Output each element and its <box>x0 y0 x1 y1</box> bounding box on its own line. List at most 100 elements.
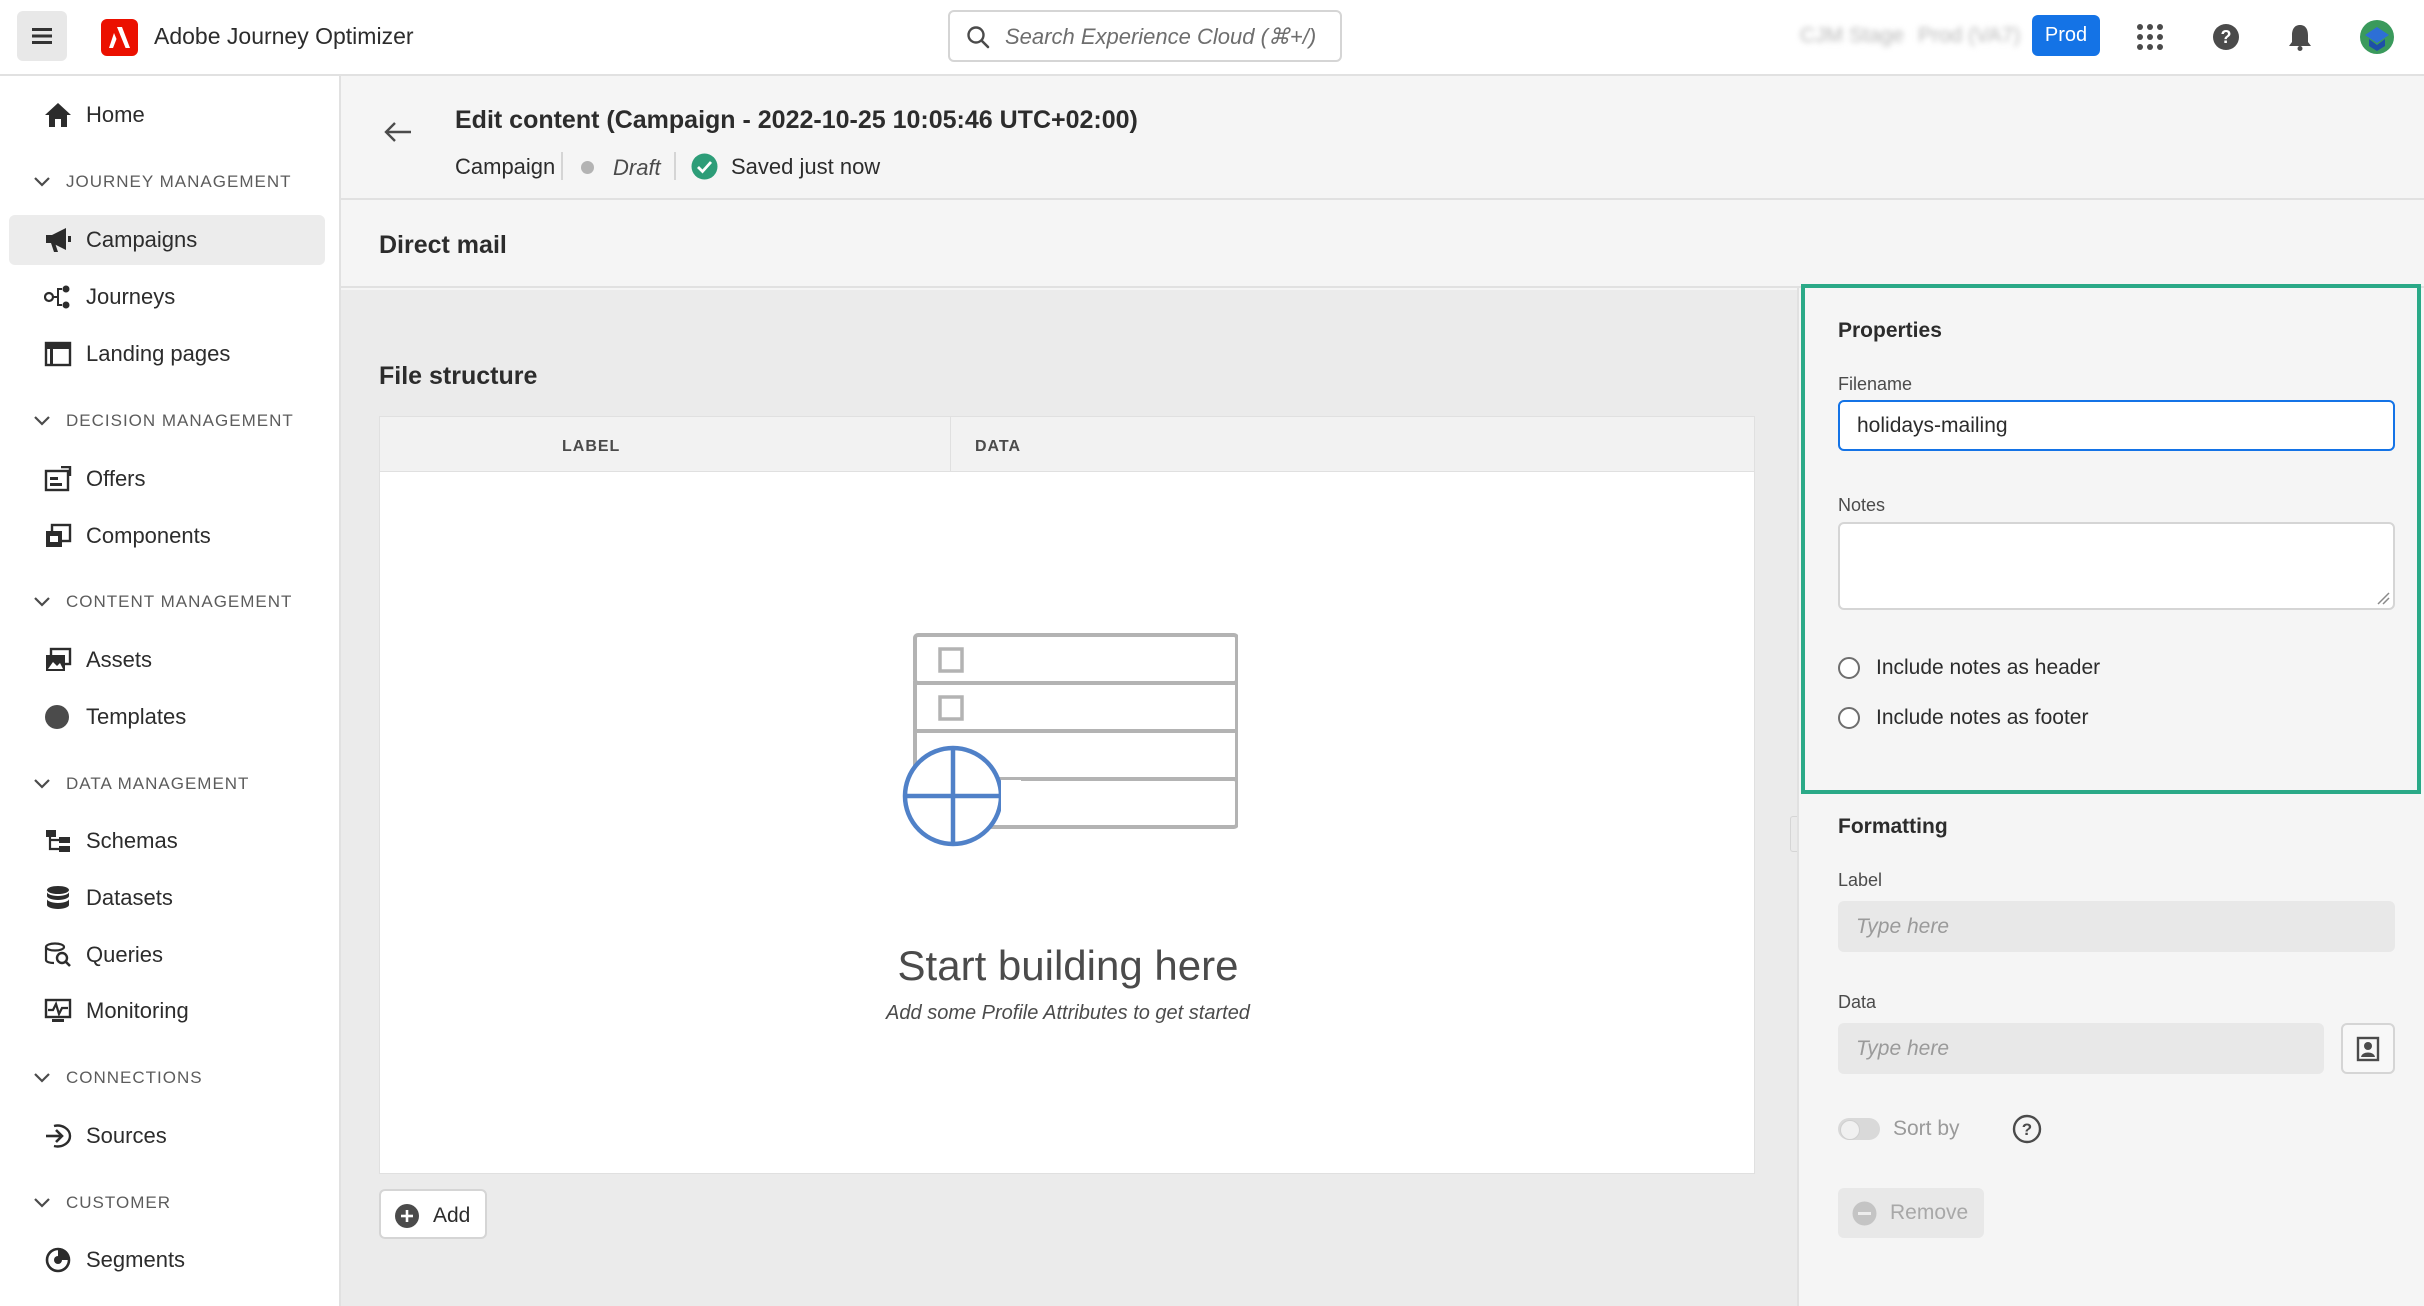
column-divider <box>950 417 951 473</box>
campaign-type-label: Campaign <box>455 154 556 179</box>
filename-label: Filename <box>1838 374 1913 394</box>
section-customer[interactable]: CUSTOMER <box>34 1193 171 1213</box>
app-title[interactable]: Adobe Journey Optimizer <box>154 23 414 50</box>
remove-circle-icon <box>1852 1201 1877 1226</box>
home-icon <box>43 100 73 130</box>
sidebar-item-assets[interactable]: Assets <box>9 635 325 685</box>
notes-header-option[interactable]: Include notes as header <box>1838 656 2100 680</box>
sidebar-item-label: Journeys <box>86 284 176 309</box>
query-icon <box>43 940 73 970</box>
column-header-data[interactable]: DATA <box>975 438 1021 456</box>
section-label: CONTENT MANAGEMENT <box>66 592 293 611</box>
schema-icon <box>43 826 73 856</box>
templates-icon <box>43 702 73 732</box>
section-label: JOURNEY MANAGEMENT <box>66 172 292 191</box>
add-button[interactable]: Add <box>379 1189 487 1239</box>
sidebar-item-label: Queries <box>86 942 164 967</box>
search-input[interactable] <box>1005 22 1325 52</box>
components-icon <box>43 521 73 551</box>
formatting-title: Formatting <box>1838 815 1948 838</box>
table-body: Start building here Add some Profile Att… <box>379 472 1755 1174</box>
radio-button[interactable] <box>1838 657 1860 679</box>
sidebar-item-sources[interactable]: Sources <box>9 1111 325 1161</box>
section-decision-management[interactable]: DECISION MANAGEMENT <box>34 411 294 431</box>
section-connections[interactable]: CONNECTIONS <box>34 1068 203 1088</box>
format-label-input: Type here <box>1838 901 2395 952</box>
sidebar-item-components[interactable]: Components <box>9 511 325 561</box>
sandbox-name[interactable]: Prod (VA7) <box>1918 24 2020 48</box>
section-content-management[interactable]: CONTENT MANAGEMENT <box>34 592 292 612</box>
properties-section: Properties Filename Notes Include notes … <box>1801 284 2421 794</box>
properties-title: Properties <box>1838 319 1942 342</box>
sidebar-item-offers[interactable]: Offers <box>9 454 325 504</box>
save-status: Saved just now <box>731 154 881 179</box>
notes-textarea[interactable] <box>1838 522 2395 610</box>
page-header: Edit content (Campaign - 2022-10-25 10:0… <box>341 76 2424 200</box>
chevron-down-icon <box>34 416 50 426</box>
back-button[interactable] <box>383 120 413 149</box>
channel-title: Direct mail <box>379 231 507 259</box>
channel-section-bar: Direct mail <box>341 200 2424 288</box>
sidebar-item-schemas[interactable]: Schemas <box>9 816 325 866</box>
section-label: DATA MANAGEMENT <box>66 774 250 793</box>
apps-grid-icon[interactable] <box>2132 19 2168 55</box>
sidebar-item-journeys[interactable]: Journeys <box>9 272 325 322</box>
sidebar-item-label: Templates <box>86 704 187 729</box>
help-icon[interactable]: ? <box>2208 19 2244 55</box>
radio-button[interactable] <box>1838 707 1860 729</box>
empty-state-illustration <box>898 632 1239 867</box>
svg-text:?: ? <box>2221 27 2232 47</box>
status-badge: Draft <box>613 155 661 180</box>
sidebar-item-label: Segments <box>86 1247 186 1272</box>
offers-icon <box>43 464 73 494</box>
filename-input[interactable] <box>1838 400 2395 451</box>
radio-label: Include notes as header <box>1876 656 2101 679</box>
chevron-down-icon <box>34 1198 50 1208</box>
sidebar-item-label: Home <box>86 102 145 127</box>
format-data-label: Data <box>1838 992 1877 1012</box>
adobe-logo-icon[interactable] <box>101 19 138 56</box>
hamburger-icon <box>32 28 52 44</box>
chevron-down-icon <box>34 779 50 789</box>
section-journey-management[interactable]: JOURNEY MANAGEMENT <box>34 172 292 192</box>
sidebar-item-label: Landing pages <box>86 341 231 366</box>
attribute-picker-button[interactable] <box>2341 1023 2395 1074</box>
env-switch-button[interactable]: Prod <box>2032 15 2100 56</box>
chevron-down-icon <box>34 1073 50 1083</box>
org-name[interactable]: CJM Stage <box>1800 24 1904 48</box>
help-circle-icon[interactable]: ? <box>2012 1114 2042 1149</box>
sidebar-item-monitoring[interactable]: Monitoring <box>9 986 325 1036</box>
divider <box>561 152 563 180</box>
search-field[interactable] <box>948 10 1342 62</box>
format-data-input: Type here <box>1838 1023 2324 1074</box>
bell-icon[interactable] <box>2282 19 2318 55</box>
arrow-left-icon <box>384 122 411 142</box>
menu-button[interactable] <box>17 11 67 61</box>
section-label: CUSTOMER <box>66 1193 171 1212</box>
sidebar-item-campaigns[interactable]: Campaigns <box>9 215 325 265</box>
format-label-label: Label <box>1838 870 1883 890</box>
user-avatar-icon[interactable] <box>2359 19 2395 55</box>
assets-icon <box>43 645 73 675</box>
sidebar-item-landing-pages[interactable]: Landing pages <box>9 329 325 379</box>
radio-label: Include notes as footer <box>1876 706 2089 729</box>
divider <box>674 152 676 180</box>
section-data-management[interactable]: DATA MANAGEMENT <box>34 774 249 794</box>
svg-text:?: ? <box>2022 1120 2032 1139</box>
sidebar-item-templates[interactable]: Templates <box>9 692 325 742</box>
sidebar-item-queries[interactable]: Queries <box>9 930 325 980</box>
column-header-label[interactable]: LABEL <box>562 438 620 456</box>
sidebar: Home JOURNEY MANAGEMENT Campaigns Journe… <box>0 76 341 1306</box>
sidebar-item-home[interactable]: Home <box>9 90 325 140</box>
page-title: Edit content (Campaign - 2022-10-25 10:0… <box>455 106 1138 134</box>
sidebar-item-label: Components <box>86 523 211 548</box>
sort-by-toggle[interactable] <box>1838 1118 1880 1140</box>
add-button-label: Add <box>433 1204 471 1227</box>
sidebar-item-label: Datasets <box>86 885 173 910</box>
search-icon <box>967 26 990 49</box>
sidebar-item-datasets[interactable]: Datasets <box>9 873 325 923</box>
profile-attribute-icon <box>2356 1036 2380 1061</box>
status-dot <box>581 161 594 174</box>
sidebar-item-segments[interactable]: Segments <box>9 1235 325 1285</box>
notes-footer-option[interactable]: Include notes as footer <box>1838 706 2088 730</box>
